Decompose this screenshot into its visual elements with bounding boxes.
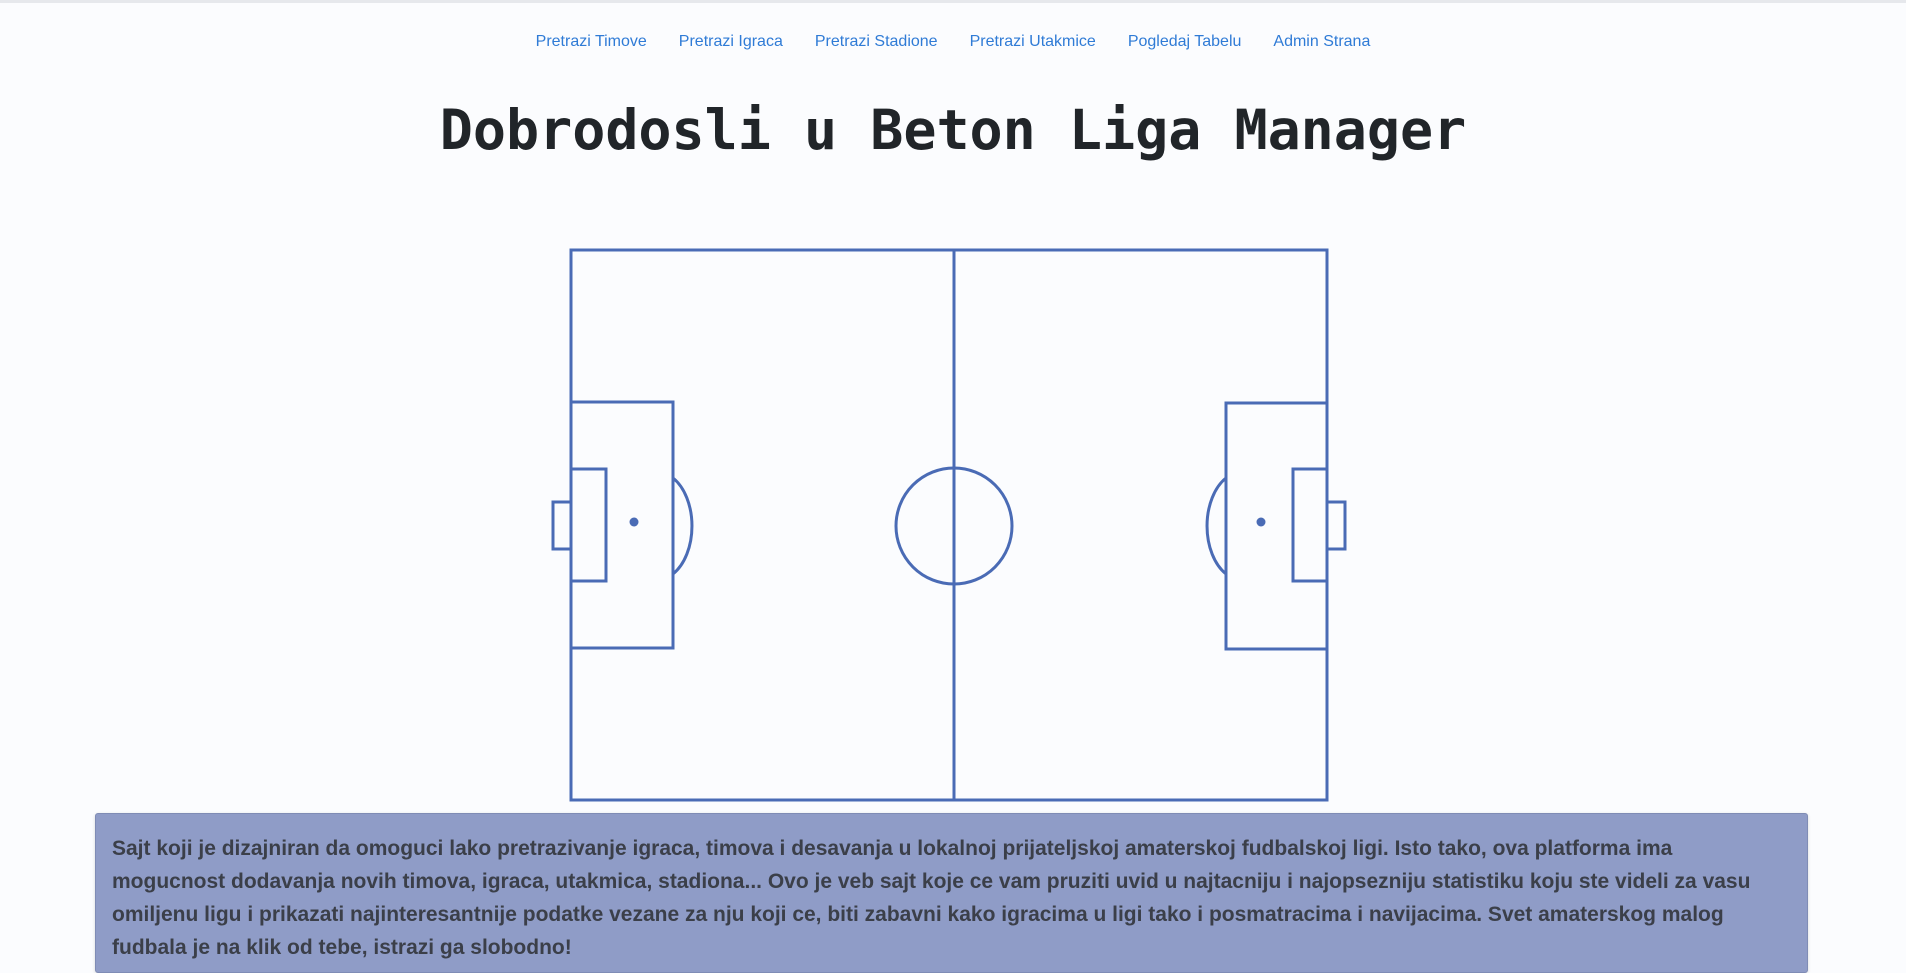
top-border bbox=[0, 0, 1906, 3]
left-penalty-spot bbox=[629, 517, 639, 527]
left-goal-area bbox=[569, 467, 608, 583]
right-penalty-area bbox=[1224, 401, 1329, 651]
site-description-box: Sajt koji je dizajniran da omoguci lako … bbox=[95, 813, 1808, 973]
page-title: Dobrodosli u Beton Liga Manager bbox=[439, 98, 1467, 162]
right-penalty-spot bbox=[1256, 517, 1266, 527]
nav-link-admin[interactable]: Admin Strana bbox=[1273, 30, 1370, 54]
site-description-text: Sajt koji je dizajniran da omoguci lako … bbox=[112, 837, 1751, 959]
nav-link-table[interactable]: Pogledaj Tabelu bbox=[1128, 30, 1242, 54]
left-penalty-area bbox=[569, 400, 675, 650]
main-navbar: Pretrazi Timove Pretrazi Igraca Pretrazi… bbox=[0, 30, 1906, 54]
right-goal-area bbox=[1291, 467, 1329, 583]
right-penalty-arc bbox=[1205, 476, 1227, 576]
right-goal bbox=[1325, 500, 1347, 551]
pitch-outline bbox=[569, 248, 1329, 802]
left-penalty-arc bbox=[672, 476, 694, 576]
nav-link-stadiums[interactable]: Pretrazi Stadione bbox=[815, 30, 938, 54]
left-goal bbox=[551, 500, 573, 551]
nav-link-matches[interactable]: Pretrazi Utakmice bbox=[970, 30, 1096, 54]
nav-link-teams[interactable]: Pretrazi Timove bbox=[536, 30, 647, 54]
nav-link-players[interactable]: Pretrazi Igraca bbox=[679, 30, 783, 54]
football-pitch-illustration bbox=[551, 248, 1347, 802]
